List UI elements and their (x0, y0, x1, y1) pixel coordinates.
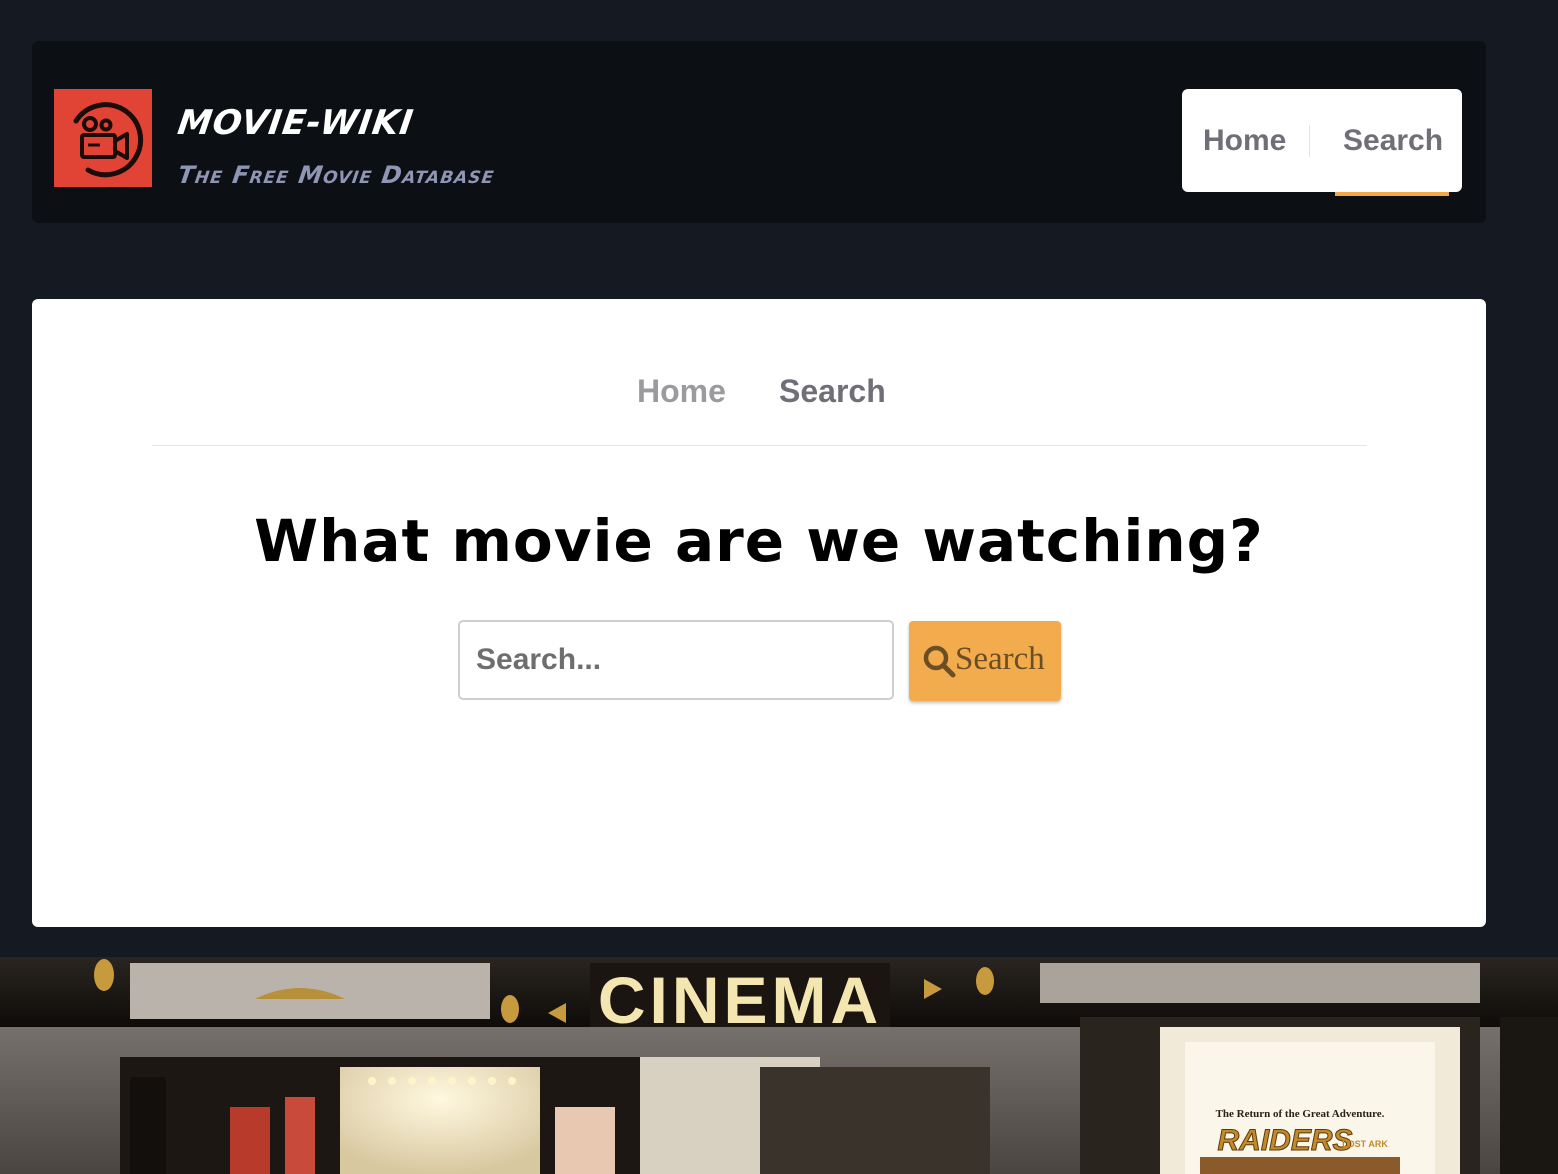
top-nav-search-link[interactable]: Search (1343, 89, 1443, 192)
page: MOVIE-WIKI The Free Movie Database Home … (0, 0, 1558, 1174)
top-nav: Home Search (1182, 89, 1462, 196)
search-button-label: Search (955, 641, 1045, 677)
cinema-banner-image: CINEMA The Return of the Great Adventure… (0, 957, 1558, 1174)
search-input[interactable] (458, 620, 894, 700)
poster-subtitle: LOST ARK (1342, 1139, 1388, 1149)
divider (152, 445, 1367, 446)
site-title[interactable]: MOVIE-WIKI (175, 103, 416, 143)
sub-nav-home-link[interactable]: Home (637, 373, 726, 410)
site-tagline: The Free Movie Database (176, 161, 497, 189)
search-button[interactable]: Search (909, 621, 1061, 701)
cinema-sign: CINEMA (598, 963, 882, 1037)
poster-title: RAIDERS (1217, 1124, 1352, 1157)
page-headline: What movie are we watching? (254, 507, 1264, 575)
search-icon (923, 645, 956, 678)
site-header: MOVIE-WIKI The Free Movie Database Home … (32, 41, 1486, 223)
top-nav-divider (1309, 125, 1310, 157)
search-card: Home Search What movie are we watching? … (32, 299, 1486, 927)
logo[interactable] (54, 89, 152, 187)
video-camera-icon (73, 102, 144, 178)
active-tab-indicator (1335, 192, 1449, 196)
top-nav-home-link[interactable]: Home (1203, 89, 1286, 192)
poster-tagline: The Return of the Great Adventure. (1216, 1108, 1385, 1120)
sub-nav-search-link[interactable]: Search (779, 373, 886, 410)
